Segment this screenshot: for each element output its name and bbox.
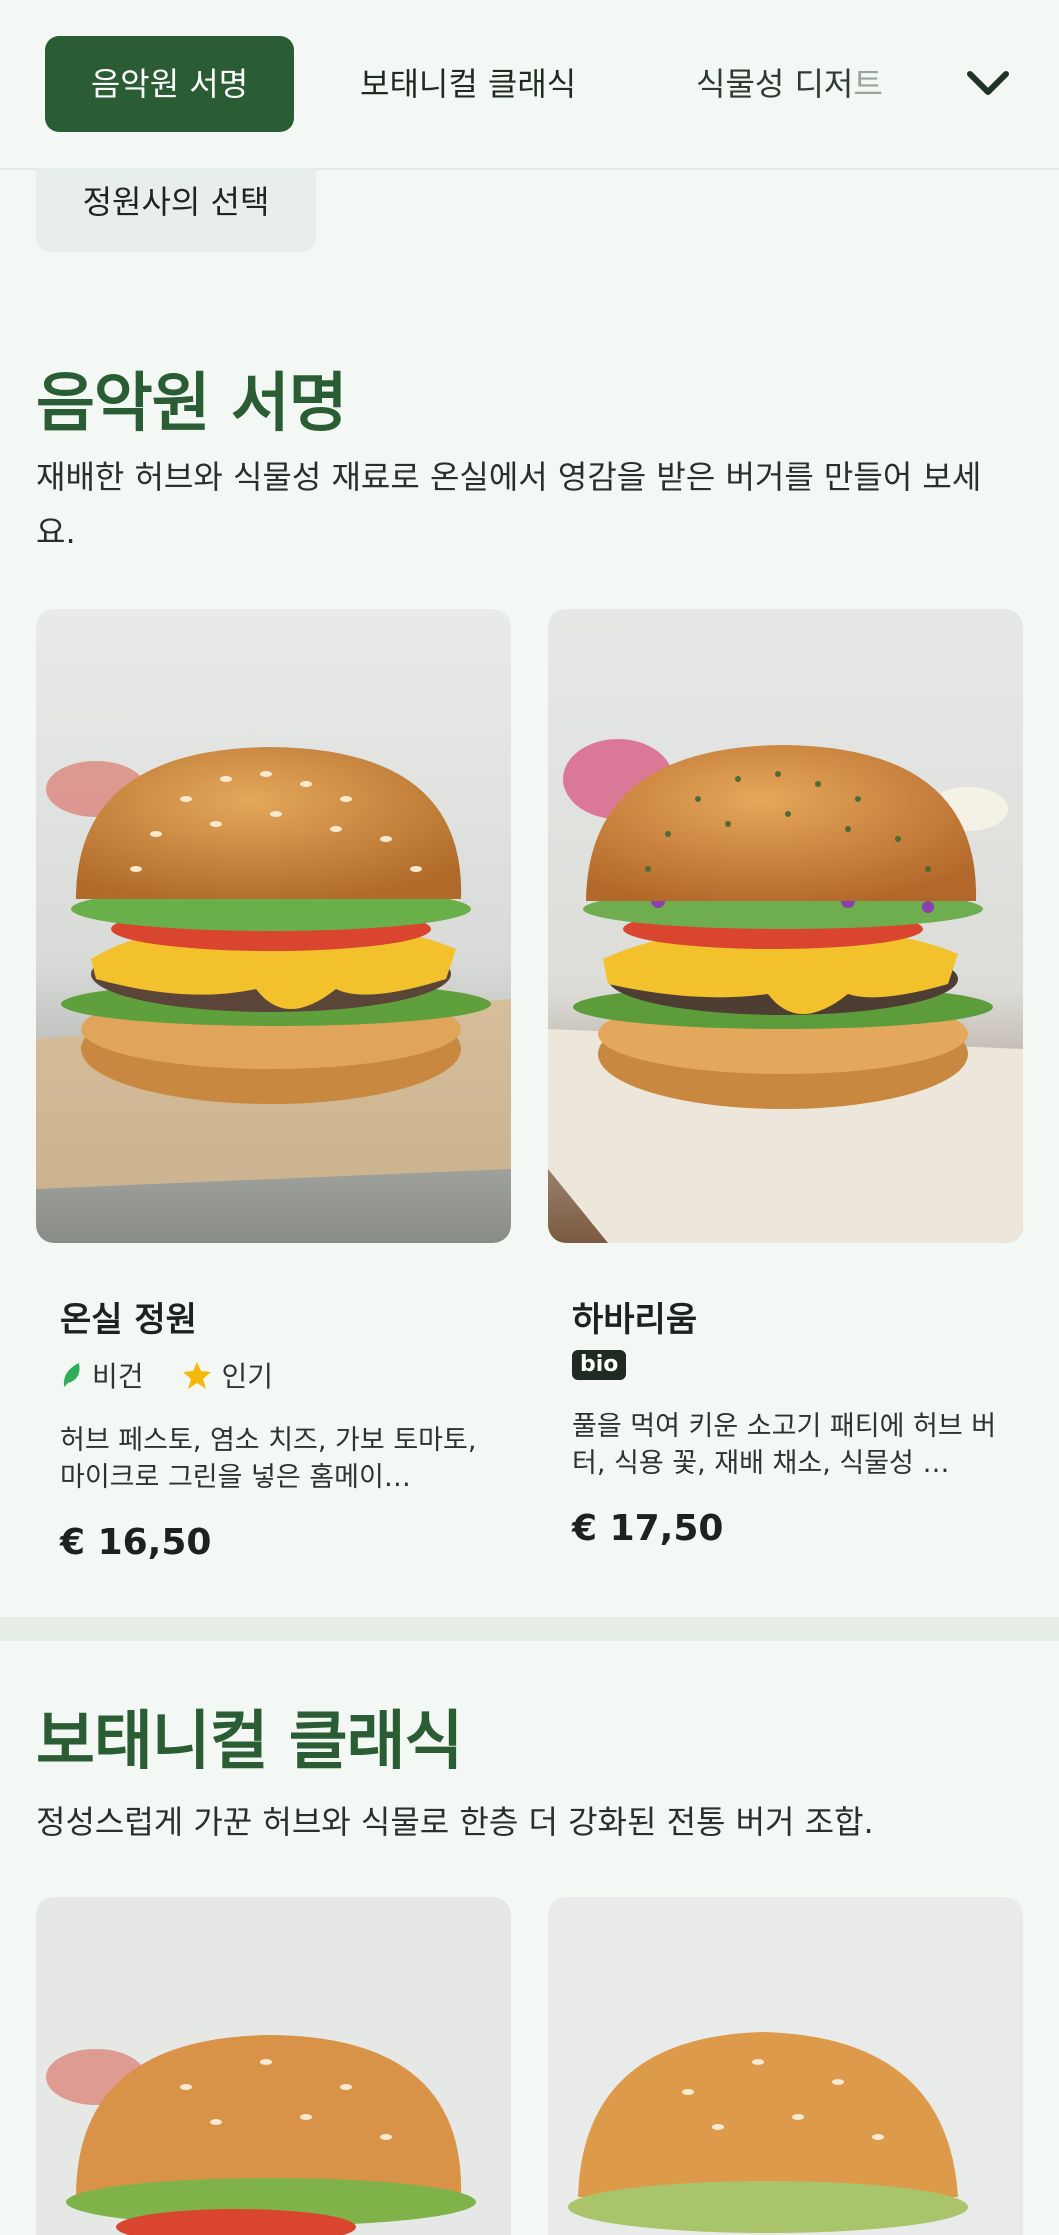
product-price: € 17,50 bbox=[572, 1508, 724, 1549]
section-divider bbox=[0, 1617, 1059, 1641]
tab-label-faded: 트 bbox=[853, 65, 883, 103]
vegan-tag: 비건 bbox=[92, 1360, 144, 1393]
product-description: 허브 페스토, 염소 치즈, 가보 토마토, 마이크로 그린을 넣은 홈메이… bbox=[60, 1425, 477, 1493]
burger-image[interactable] bbox=[548, 1897, 1023, 2235]
tab-conservatory-signatures[interactable]: 음악원 서명 bbox=[45, 36, 294, 132]
category-nav: 음악원 서명 보태니컬 클래식 식물성 디저트 bbox=[0, 0, 1059, 170]
product-name[interactable]: 온실 정원 bbox=[60, 1292, 197, 1341]
section-title: 음악원 서명 bbox=[36, 367, 348, 441]
burger-image-greenhouse-garden[interactable] bbox=[36, 609, 511, 1243]
bio-badge: bio bbox=[572, 1350, 627, 1380]
product-description: 풀을 먹여 키운 소고기 패티에 허브 버터, 식용 꽃, 재배 채소, 식물성… bbox=[572, 1411, 997, 1479]
section-description: 정성스럽게 가꾼 허브와 식물로 한층 더 강화된 전통 버거 조합. bbox=[36, 1803, 874, 1841]
star-icon bbox=[182, 1362, 211, 1389]
product-price: € 16,50 bbox=[60, 1522, 212, 1563]
product-tags: bio bbox=[572, 1350, 627, 1380]
tab-gardeners-choice[interactable]: 정원사의 선택 bbox=[36, 168, 316, 252]
leaf-icon bbox=[63, 1363, 80, 1387]
chevron-down-icon[interactable] bbox=[960, 56, 1016, 112]
tab-plant-desserts[interactable]: 식물성 디저트 bbox=[696, 36, 883, 132]
product-name[interactable]: 하바리움 bbox=[572, 1292, 697, 1341]
tab-botanical-classics[interactable]: 보태니컬 클래식 bbox=[360, 36, 576, 132]
section-description: 재배한 허브와 식물성 재료로 온실에서 영감을 받은 버거를 만들어 보세요. bbox=[36, 458, 982, 551]
product-tags: 비건 인기 bbox=[60, 1355, 273, 1395]
section-title: 보태니컬 클래식 bbox=[36, 1705, 463, 1779]
popular-tag: 인기 bbox=[221, 1360, 274, 1393]
tab-label: 식물성 디저 bbox=[696, 65, 854, 103]
burger-image[interactable] bbox=[36, 1897, 511, 2235]
burger-image-herbarium[interactable] bbox=[548, 609, 1023, 1243]
